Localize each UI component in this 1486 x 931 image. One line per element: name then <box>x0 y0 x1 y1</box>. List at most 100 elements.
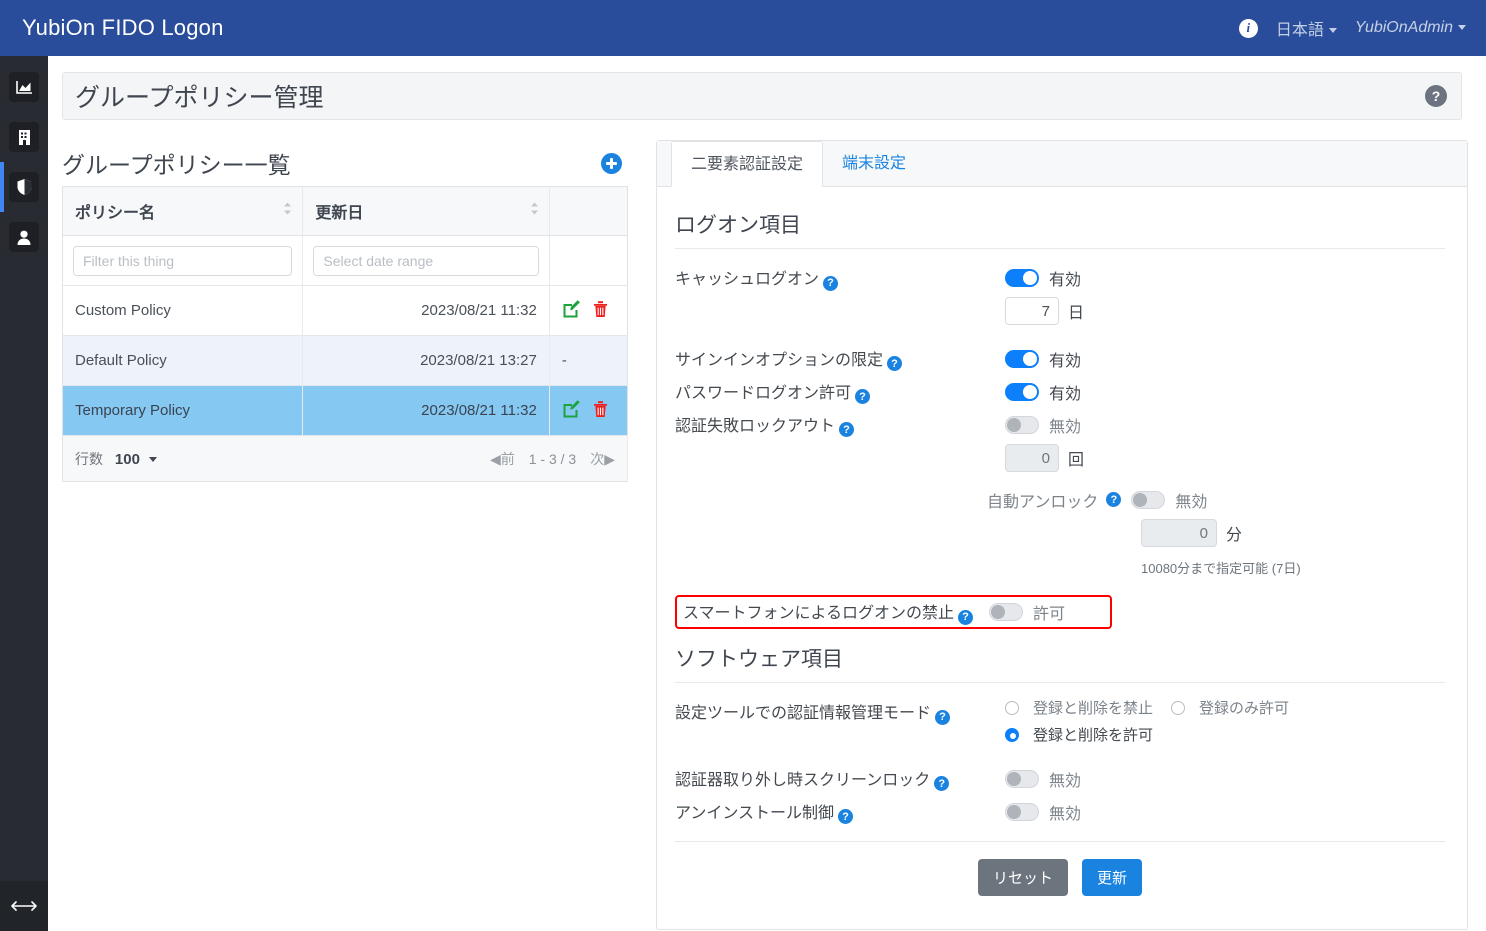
state-password-logon: 有効 <box>1049 385 1082 403</box>
language-label: 日本語 <box>1275 22 1324 39</box>
unit-auto-unlock-minutes: 分 <box>1226 527 1243 544</box>
prev-page-button[interactable]: ◀前 <box>490 449 515 469</box>
tab-device-settings[interactable]: 端末設定 <box>823 141 925 187</box>
policy-table-head: ポリシー名 更新日 <box>62 186 628 236</box>
user-menu[interactable]: YubiOnAdmin <box>1355 19 1466 37</box>
state-smartphone-ban: 許可 <box>1033 606 1066 623</box>
software-section-title: ソフトウェア項目 <box>675 648 843 671</box>
label-auth-lockout: 認証失敗ロックアウト? <box>675 412 1005 438</box>
toggle-auth-lockout[interactable] <box>1005 415 1039 434</box>
app-brand: YubiOn FIDO Logon <box>22 15 224 40</box>
prev-page-label: 前 <box>500 450 515 467</box>
row-uninstall-control: アンインストール制御? 無効 <box>675 796 1445 827</box>
policy-list-header: グループポリシー一覧 <box>62 140 632 186</box>
cell-actions <box>549 385 628 436</box>
control-auth-lockout-count: 回 <box>1005 444 1084 472</box>
control-password-logon: 有効 <box>1005 380 1081 404</box>
toggle-password-logon[interactable] <box>1005 382 1039 401</box>
control-auth-lockout: 無効 <box>1005 413 1081 437</box>
sidebar-item-organization[interactable] <box>0 112 48 162</box>
logon-section-title: ログオン項目 <box>675 214 801 237</box>
table-footer-cell: 行数 100 ◀前 1 - 3 / 3 次▶ <box>62 435 628 482</box>
page-header: グループポリシー管理 ? <box>62 72 1462 120</box>
add-circle-icon[interactable] <box>601 152 622 174</box>
cell-actions <box>549 285 628 336</box>
column-header-update-date[interactable]: 更新日 <box>302 186 550 236</box>
control-uninstall-control: 無効 <box>1005 800 1081 824</box>
row-auto-unlock: 自動アンロック ? 無効 <box>675 484 1445 515</box>
delete-icon[interactable] <box>593 400 608 422</box>
help-icon[interactable]: ? <box>1425 85 1447 107</box>
next-page-button[interactable]: 次▶ <box>590 449 615 469</box>
table-row[interactable]: Default Policy 2023/08/21 13:27 - <box>62 335 628 386</box>
radio-deny-register-delete[interactable] <box>1005 700 1019 715</box>
policy-name-filter-input[interactable] <box>73 245 293 276</box>
label-password-logon: パスワードログオン許可? <box>675 379 1005 405</box>
help-icon[interactable]: ? <box>838 809 854 825</box>
help-icon[interactable]: ? <box>935 709 951 725</box>
edit-icon[interactable] <box>562 399 580 422</box>
update-date-filter-input[interactable] <box>313 245 539 276</box>
table-header-row: ポリシー名 更新日 <box>62 186 628 236</box>
radio-allow-register-only[interactable] <box>1171 700 1186 715</box>
help-icon[interactable]: ? <box>887 356 903 372</box>
update-button[interactable]: 更新 <box>1082 859 1143 896</box>
row-auth-lockout-count: 回 <box>675 442 1445 474</box>
pager: ◀前 1 - 3 / 3 次▶ <box>490 449 615 469</box>
toggle-smartphone-ban[interactable] <box>989 603 1023 621</box>
label-cred-mode: 設定ツールでの認証情報管理モード? <box>675 697 1005 725</box>
sidebar-item-dashboard[interactable] <box>0 62 48 112</box>
footer-divider <box>675 841 1445 842</box>
policy-table-body: Custom Policy 2023/08/21 11:32 Default P… <box>62 235 628 482</box>
input-cache-logon-days[interactable] <box>1005 297 1059 325</box>
toggle-auto-unlock[interactable] <box>1131 490 1166 509</box>
help-icon[interactable]: ? <box>934 776 950 792</box>
row-auto-unlock-hint: 10080分まで指定可能 (7日) <box>675 551 1445 583</box>
toggle-cache-logon[interactable] <box>1005 269 1039 287</box>
expand-collapse-icon <box>11 900 37 912</box>
help-icon[interactable]: ? <box>855 389 871 405</box>
language-selector[interactable]: 日本語 <box>1276 16 1337 40</box>
reset-button[interactable]: リセット <box>977 859 1068 896</box>
cell-policy-name: Default Policy <box>62 335 304 386</box>
table-row[interactable]: Temporary Policy 2023/08/21 11:32 <box>62 385 628 436</box>
control-screen-lock: 無効 <box>1005 767 1081 791</box>
sidebar-expand-toggle[interactable] <box>0 881 48 931</box>
state-auth-lockout: 無効 <box>1049 418 1082 436</box>
toggle-uninstall-control[interactable] <box>1005 802 1039 821</box>
table-filter-row <box>62 235 628 286</box>
toggle-signin-option[interactable] <box>1005 349 1039 368</box>
help-icon[interactable]: ? <box>1106 492 1122 507</box>
radio-allow-register-delete[interactable] <box>1005 727 1019 742</box>
help-icon[interactable]: ? <box>823 275 839 291</box>
next-page-label: 次 <box>590 450 605 467</box>
settings-card: 二要素認証設定 端末設定 ログオン項目 キャッシュログオン? 有効 7 日 サイ… <box>656 140 1468 930</box>
sidebar-item-users[interactable] <box>0 212 48 262</box>
control-cache-logon-days: 日 <box>1005 297 1084 325</box>
delete-icon[interactable] <box>593 300 608 322</box>
top-navbar: YubiOn FIDO Logon i 日本語 YubiOnAdmin <box>0 0 1486 56</box>
input-auto-unlock-minutes[interactable] <box>1141 519 1217 547</box>
toggle-screen-lock[interactable] <box>1005 769 1039 788</box>
label-cache-logon-text: キャッシュログオン <box>675 271 820 289</box>
help-icon[interactable]: ? <box>958 609 974 625</box>
info-icon[interactable]: i <box>1238 18 1258 38</box>
unit-cache-logon-days: 日 <box>1068 305 1085 322</box>
edit-icon[interactable] <box>562 299 580 322</box>
tab-two-factor-settings[interactable]: 二要素認証設定 <box>671 141 824 187</box>
toggle-knob <box>1023 384 1037 399</box>
filter-cell-name <box>62 235 304 286</box>
table-row[interactable]: Custom Policy 2023/08/21 11:32 <box>62 285 628 336</box>
row-auto-unlock-minutes: 分 <box>675 517 1445 549</box>
label-cred-mode-text: 設定ツールでの認証情報管理モード <box>675 705 932 722</box>
shield-icon <box>9 172 39 202</box>
input-auth-lockout-count[interactable] <box>1005 444 1059 472</box>
cell-update-date: 2023/08/21 11:32 <box>302 285 550 336</box>
policy-list-panel: グループポリシー一覧 ポリシー名 更新日 Filter this thing S… <box>62 140 632 482</box>
sidebar-item-policy[interactable] <box>0 162 48 212</box>
help-icon[interactable]: ? <box>839 422 855 438</box>
radio-label-allow-register-delete: 登録と削除を許可 <box>1033 727 1154 744</box>
settings-body: ログオン項目 キャッシュログオン? 有効 日 <box>657 187 1467 929</box>
rows-per-page-select[interactable]: 100 <box>115 451 158 468</box>
column-header-policy-name[interactable]: ポリシー名 <box>62 186 304 236</box>
